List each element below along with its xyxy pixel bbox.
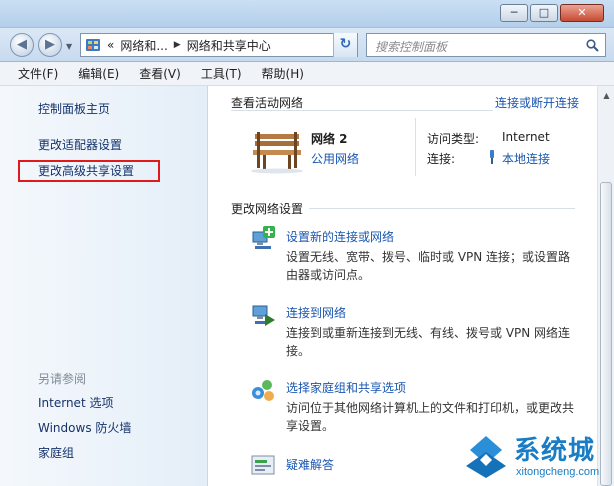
- task-setup-description-line2: 由器或访问点。: [286, 268, 371, 282]
- troubleshoot-icon: [251, 455, 275, 475]
- breadcrumb-network-sharing-center[interactable]: 网络和共享中心: [187, 37, 271, 54]
- maximize-button[interactable]: □: [530, 4, 558, 22]
- vertical-divider: [415, 118, 416, 176]
- breadcrumb-overflow[interactable]: «: [107, 38, 114, 52]
- title-bar: ─ □ ✕: [0, 0, 614, 28]
- recent-pages-dropdown[interactable]: ▼: [66, 42, 72, 51]
- task-homegroup-description-line2: 享设置。: [286, 419, 335, 433]
- access-type-label: 访问类型:: [427, 132, 480, 146]
- menu-edit[interactable]: 编辑(E): [78, 65, 119, 82]
- close-icon: ✕: [577, 6, 587, 19]
- breadcrumb-separator-icon[interactable]: ▶: [174, 40, 181, 50]
- task-setup-new-connection-link[interactable]: 设置新的连接或网络: [286, 228, 394, 245]
- public-network-bench-icon: [251, 132, 303, 174]
- sidebar-item-control-panel-home[interactable]: 控制面板主页: [38, 100, 110, 117]
- task-homegroup-sharing-link[interactable]: 选择家庭组和共享选项: [286, 379, 406, 396]
- vertical-scrollbar[interactable]: ▲: [597, 86, 614, 486]
- access-type-value: Internet: [502, 130, 550, 144]
- search-icon[interactable]: [586, 39, 599, 52]
- local-connection-icon: [490, 150, 494, 164]
- connect-network-icon: [252, 305, 275, 326]
- see-also-windows-firewall[interactable]: Windows 防火墙: [38, 419, 131, 436]
- back-button[interactable]: ◀: [10, 33, 34, 57]
- sidebar-item-change-adapter-settings[interactable]: 更改适配器设置: [38, 136, 122, 153]
- task-troubleshoot-link[interactable]: 疑难解答: [286, 456, 334, 473]
- minimize-icon: ─: [510, 6, 518, 19]
- see-also-heading: 另请参阅: [38, 372, 87, 386]
- homegroup-icon: [252, 380, 274, 401]
- watermark-logo-icon: [466, 436, 506, 478]
- connection-label: 连接:: [427, 152, 456, 166]
- scroll-up-arrow-icon[interactable]: ▲: [599, 88, 614, 103]
- address-bar[interactable]: « 网络和... ▶ 网络和共享中心 ▼: [80, 33, 358, 57]
- back-arrow-icon: ◀: [17, 37, 27, 52]
- left-navigation-pane: 控制面板主页 更改适配器设置 更改高级共享设置 另请参阅 Internet 选项…: [0, 86, 208, 486]
- search-placeholder: 搜索控制面板: [375, 40, 448, 54]
- navigation-bar: ◀ ▶ ▼ « 网络和... ▶ 网络和共享中心 ▼ ↻ 搜索控制面板: [0, 28, 614, 62]
- see-also-homegroup[interactable]: 家庭组: [38, 444, 74, 461]
- active-networks-heading: 查看活动网络: [231, 96, 304, 110]
- forward-arrow-icon: ▶: [45, 37, 55, 52]
- main-content-pane: 查看活动网络 连接或断开连接 网络 2 公用网络 访问类型: Internet …: [209, 86, 597, 486]
- menu-help[interactable]: 帮助(H): [262, 65, 304, 82]
- task-setup-description-line1: 设置无线、宽带、拨号、临时或 VPN 连接；或设置路: [286, 250, 571, 264]
- local-connection-link[interactable]: 本地连接: [502, 150, 550, 167]
- network-type-link[interactable]: 公用网络: [311, 150, 359, 167]
- connect-disconnect-link[interactable]: 连接或断开连接: [495, 94, 579, 111]
- task-connect-description-line2: 接。: [286, 344, 311, 358]
- menu-bar: 文件(F) 编辑(E) 查看(V) 工具(T) 帮助(H): [0, 62, 614, 86]
- control-panel-icon: [86, 39, 100, 51]
- watermark-url: xitongcheng.com: [516, 466, 600, 478]
- task-homegroup-description-line1: 访问位于其他网络计算机上的文件和打印机，或更改共: [286, 401, 575, 415]
- watermark-title: 系统城: [514, 436, 596, 466]
- section-divider: [231, 110, 493, 111]
- refresh-button[interactable]: ↻: [333, 33, 357, 57]
- network-setup-icon: [252, 226, 275, 249]
- minimize-button[interactable]: ─: [500, 4, 528, 22]
- breadcrumb-network-internet[interactable]: 网络和...: [120, 37, 167, 54]
- menu-tools[interactable]: 工具(T): [201, 65, 242, 82]
- refresh-icon: ↻: [339, 36, 352, 52]
- sidebar-item-change-advanced-sharing-settings[interactable]: 更改高级共享设置: [18, 160, 160, 182]
- network-name: 网络 2: [311, 132, 348, 146]
- section-divider: [309, 208, 575, 209]
- maximize-icon: □: [538, 6, 550, 19]
- watermark: 系统城 xitongcheng.com: [462, 428, 612, 486]
- change-network-settings-heading: 更改网络设置: [231, 202, 304, 216]
- task-connect-network-link[interactable]: 连接到网络: [286, 304, 346, 321]
- search-box[interactable]: 搜索控制面板: [366, 33, 606, 57]
- menu-file[interactable]: 文件(F): [18, 65, 58, 82]
- close-button[interactable]: ✕: [560, 4, 604, 22]
- menu-view[interactable]: 查看(V): [139, 65, 181, 82]
- forward-button[interactable]: ▶: [38, 33, 62, 57]
- task-connect-description-line1: 连接到或重新连接到无线、有线、拨号或 VPN 网络连: [286, 326, 571, 340]
- see-also-internet-options[interactable]: Internet 选项: [38, 394, 113, 411]
